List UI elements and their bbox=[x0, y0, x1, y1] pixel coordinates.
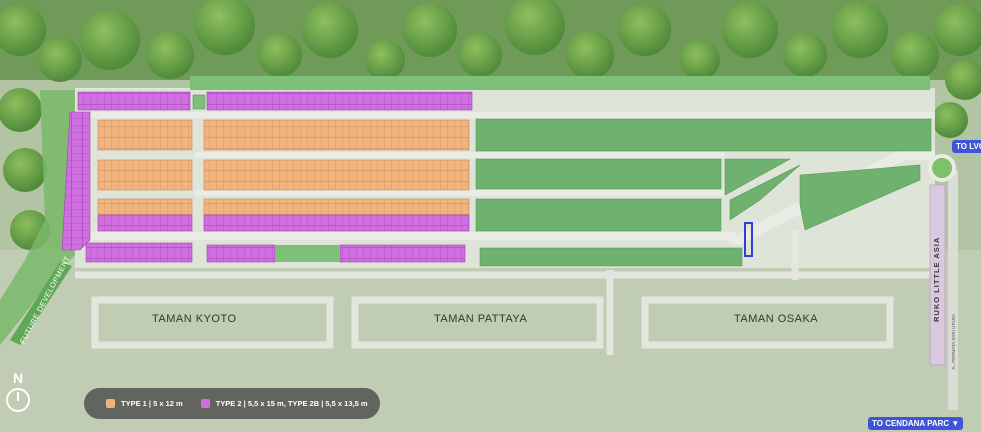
area-label-osaka: TAMAN OSAKA bbox=[734, 313, 819, 325]
ruko-little-asia-label: RUKO LITTLE ASIA bbox=[932, 236, 941, 322]
north-compass: N bbox=[6, 370, 30, 412]
area-label-kyoto: TAMAN KYOTO bbox=[152, 313, 237, 325]
legend-type2-label: TYPE 2 | 5,5 x 15 m, TYPE 2B | 5,5 x 13,… bbox=[215, 399, 368, 408]
to-cendana-parc-badge[interactable]: TO CENDANA PARC ▼ bbox=[868, 417, 964, 430]
legend-item-type1: TYPE 1 | 5 x 12 m bbox=[106, 399, 183, 408]
compass-icon bbox=[6, 388, 30, 412]
type1-lots bbox=[97, 119, 470, 216]
legend-item-type2: TYPE 2 | 5,5 x 15 m, TYPE 2B | 5,5 x 13,… bbox=[200, 399, 368, 408]
legend: TYPE 1 | 5 x 12 m TYPE 2 | 5,5 x 15 m, T… bbox=[84, 388, 380, 419]
area-label-pattaya: TAMAN PATTAYA bbox=[434, 313, 528, 325]
north-letter: N bbox=[12, 370, 24, 386]
legend-type1-label: TYPE 1 | 5 x 12 m bbox=[121, 399, 183, 408]
type2-swatch-icon bbox=[200, 399, 210, 408]
map-canvas bbox=[0, 0, 981, 432]
site-plan-map: TAMAN KYOTO TAMAN PATTAYA TAMAN OSAKA FU… bbox=[0, 0, 981, 432]
type1-swatch-icon bbox=[106, 399, 115, 408]
jl-permata-sari-label: JL. PERMATA SARI UTARA bbox=[951, 313, 956, 370]
to-lvc-badge[interactable]: TO LVC bbox=[952, 140, 981, 153]
